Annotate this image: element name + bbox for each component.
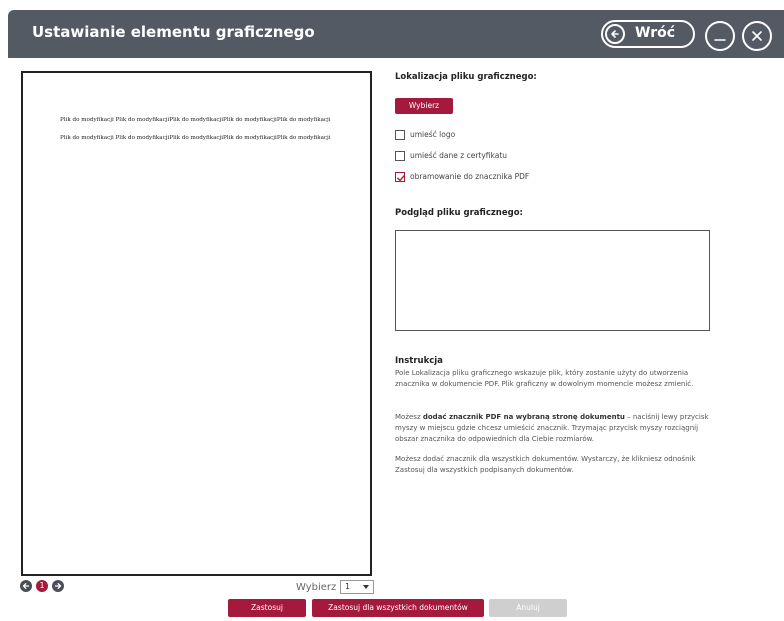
back-button[interactable]: Wróć <box>601 20 695 48</box>
document-preview[interactable]: Plik do modyfikacji Plik do modyfikacjiP… <box>21 71 372 576</box>
dialog-window: Ustawianie elementu graficznego Wróć Pli… <box>8 10 784 621</box>
back-button-label: Wróć <box>635 25 676 41</box>
document-text-line: Plik do modyfikacji Plik do modyfikacjiP… <box>60 117 331 123</box>
instructions-paragraph: Możesz dodać znacznik dla wszystkich dok… <box>395 455 696 474</box>
instructions-paragraph: Pole Lokalizacja pliku graficznego wskaz… <box>395 369 694 388</box>
file-location-label: Lokalizacja pliku graficznego: <box>395 72 537 82</box>
checkbox-label: obramowanie do znacznika PDF <box>410 172 530 181</box>
checkbox-label: umieść dane z certyfikatu <box>410 151 508 160</box>
arrow-left-icon <box>605 24 625 44</box>
checkbox-label: umieść logo <box>410 130 456 139</box>
choose-file-button[interactable]: Wybierz <box>395 98 453 114</box>
instructions-paragraph: Możesz dodać znacznik PDF na wybraną str… <box>395 412 715 445</box>
arrow-right-icon <box>54 583 62 589</box>
checkbox-box[interactable] <box>395 172 406 182</box>
page-select-label: Wybierz <box>296 582 337 593</box>
checkbox-box[interactable] <box>395 130 405 140</box>
title-bar: Ustawianie elementu graficznego Wróć <box>8 10 784 58</box>
previous-page-button[interactable] <box>20 580 32 592</box>
chevron-down-icon <box>363 585 369 589</box>
instructions-title: Instrukcja <box>395 356 443 366</box>
close-icon <box>752 31 762 41</box>
instructions-bold-text: dodać znacznik PDF na wybraną stronę dok… <box>422 413 625 421</box>
apply-all-button[interactable]: Zastosuj dla wszystkich dokumentów <box>312 599 484 617</box>
page-select-value: 1 <box>345 582 351 591</box>
minimize-button[interactable] <box>705 21 735 51</box>
current-page-indicator: 1 <box>36 580 48 592</box>
arrow-left-icon <box>22 583 30 589</box>
close-button[interactable] <box>742 21 772 51</box>
instructions-text: Możesz <box>395 413 423 421</box>
page-select[interactable]: 1 <box>340 580 374 594</box>
dialog-title: Ustawianie elementu graficznego <box>32 23 315 41</box>
next-page-button[interactable] <box>52 580 64 592</box>
apply-button[interactable]: Zastosuj <box>228 599 306 617</box>
checkbox-box[interactable] <box>395 151 405 161</box>
minimize-icon <box>714 39 726 41</box>
document-text-line: Plik do modyfikacji Plik do modyfikacjiP… <box>60 135 331 141</box>
image-preview-label: Podgląd pliku graficznego: <box>395 208 523 218</box>
image-preview-box <box>395 230 710 331</box>
checkmark-icon <box>397 174 406 182</box>
cancel-button[interactable]: Anuluj <box>489 599 567 617</box>
